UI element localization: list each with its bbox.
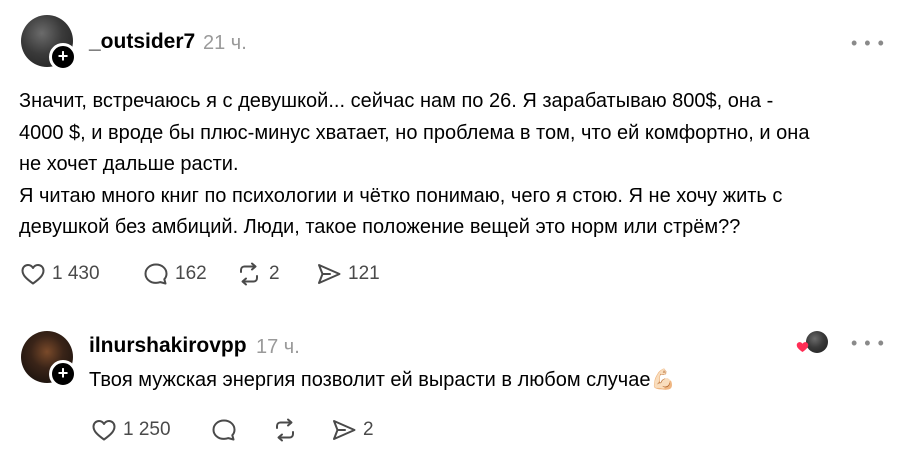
repost-button[interactable]: 2 <box>235 262 280 286</box>
heart-badge-icon <box>796 342 809 352</box>
post-body-text: Значит, встречаюсь я с девушкой... сейча… <box>19 90 810 238</box>
reply-follow-plus-icon[interactable]: + <box>49 360 77 388</box>
reply-comment-button[interactable] <box>211 418 237 442</box>
reply-heart-icon <box>92 420 116 441</box>
author-liked-indicator <box>796 331 830 355</box>
reply-author-username[interactable]: ilnurshakirovpp <box>89 334 247 358</box>
repost-icon <box>240 262 258 286</box>
reply-like-count: 1 250 <box>123 419 171 440</box>
comment-count: 162 <box>175 263 207 284</box>
share-button[interactable]: 121 <box>316 262 380 286</box>
comment-button[interactable]: 162 <box>143 262 207 286</box>
post-author-username[interactable]: _outsider7 <box>89 30 195 54</box>
author-mini-avatar-icon <box>806 331 828 353</box>
post-timestamp: 21 ч. <box>203 32 247 54</box>
share-count: 121 <box>348 263 380 284</box>
follow-plus-icon[interactable]: + <box>49 43 77 71</box>
reply-send-icon <box>333 420 356 440</box>
reply-repost-icon <box>276 418 294 442</box>
reply-comment-icon <box>212 419 236 441</box>
reply-more-options-icon[interactable]: • • • <box>851 333 885 354</box>
flexed-biceps-emoji-icon: 💪🏻 <box>650 369 676 391</box>
like-button[interactable]: 1 430 <box>20 262 100 286</box>
like-count: 1 430 <box>52 263 100 284</box>
reply-body: Твоя мужская энергия позволит ей вырасти… <box>89 366 675 394</box>
reply-share-count: 2 <box>363 419 374 440</box>
reply-timestamp: 17 ч. <box>256 336 300 358</box>
repost-count: 2 <box>269 263 280 284</box>
reply-share-button[interactable]: 2 <box>331 418 374 442</box>
send-icon <box>318 264 341 284</box>
heart-icon <box>21 264 45 285</box>
reply-body-text: Твоя мужская энергия позволит ей вырасти… <box>89 369 651 391</box>
reply-like-button[interactable]: 1 250 <box>91 418 171 442</box>
more-options-icon[interactable]: • • • <box>851 33 885 54</box>
reply-repost-button[interactable] <box>271 418 299 442</box>
comment-icon <box>144 263 168 285</box>
